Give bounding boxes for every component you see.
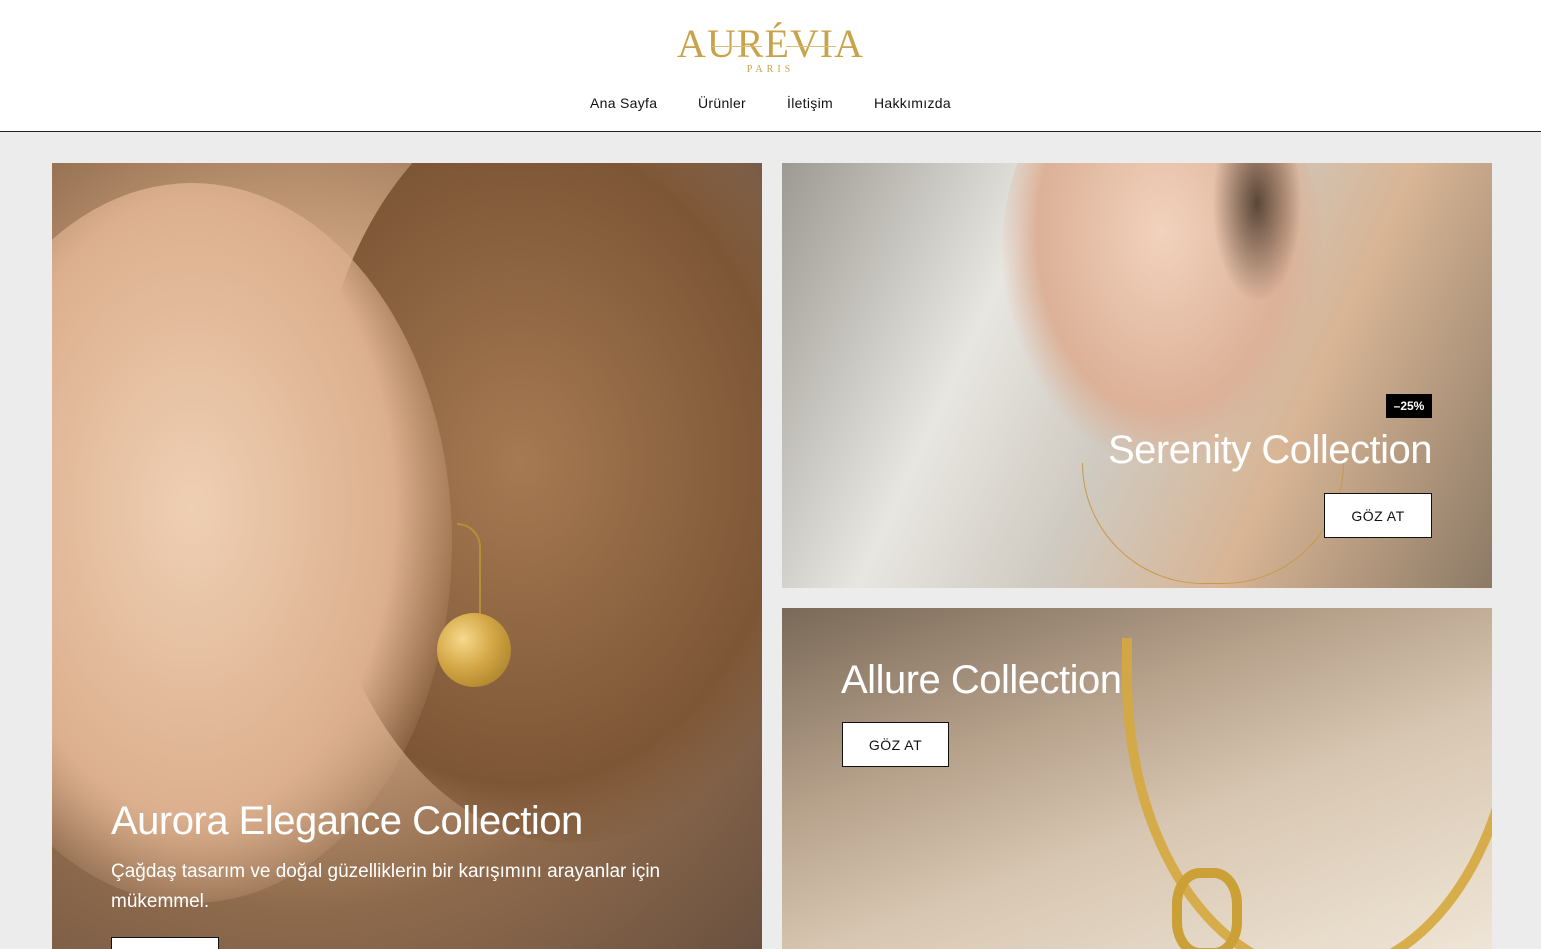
- aurora-collection-card[interactable]: Aurora Elegance Collection Çağdaş tasarı…: [52, 163, 762, 949]
- nav-item-urunler[interactable]: Ürünler: [698, 95, 746, 111]
- necklace-chain: [1082, 463, 1344, 584]
- discount-badge: –25%: [1386, 394, 1432, 418]
- earring-hook: [457, 523, 481, 615]
- allure-browse-button[interactable]: GÖZ AT: [842, 722, 949, 767]
- allure-title: Allure Collection: [841, 658, 1122, 702]
- logo-divider-right: [786, 46, 836, 47]
- aurora-description: Çağdaş tasarım ve doğal güzelliklerin bi…: [111, 861, 661, 912]
- brand-tagline: PARIS: [746, 64, 795, 75]
- brand-name: AURÉVIA: [677, 21, 864, 66]
- gold-earring: [437, 613, 511, 687]
- aurora-title: Aurora Elegance Collection: [111, 799, 583, 843]
- nav-item-iletisim[interactable]: İletişim: [787, 95, 833, 111]
- nav-item-hakkimizda[interactable]: Hakkımızda: [874, 95, 951, 111]
- site-header: AURÉVIA PARIS Ana Sayfa Ürünler İletişim…: [0, 0, 1541, 132]
- logo-divider-left: [712, 46, 762, 47]
- allure-collection-card[interactable]: Allure Collection GÖZ AT: [782, 608, 1492, 949]
- serenity-collection-card[interactable]: –25% Serenity Collection GÖZ AT: [782, 163, 1492, 588]
- serenity-title: Serenity Collection: [1108, 428, 1433, 472]
- nav-item-ana-sayfa[interactable]: Ana Sayfa: [590, 95, 657, 111]
- necklace-pendant: [1172, 868, 1242, 949]
- brand-logo[interactable]: AURÉVIA: [0, 24, 1541, 64]
- aurora-browse-button[interactable]: [111, 937, 219, 949]
- serenity-browse-button[interactable]: GÖZ AT: [1324, 493, 1432, 538]
